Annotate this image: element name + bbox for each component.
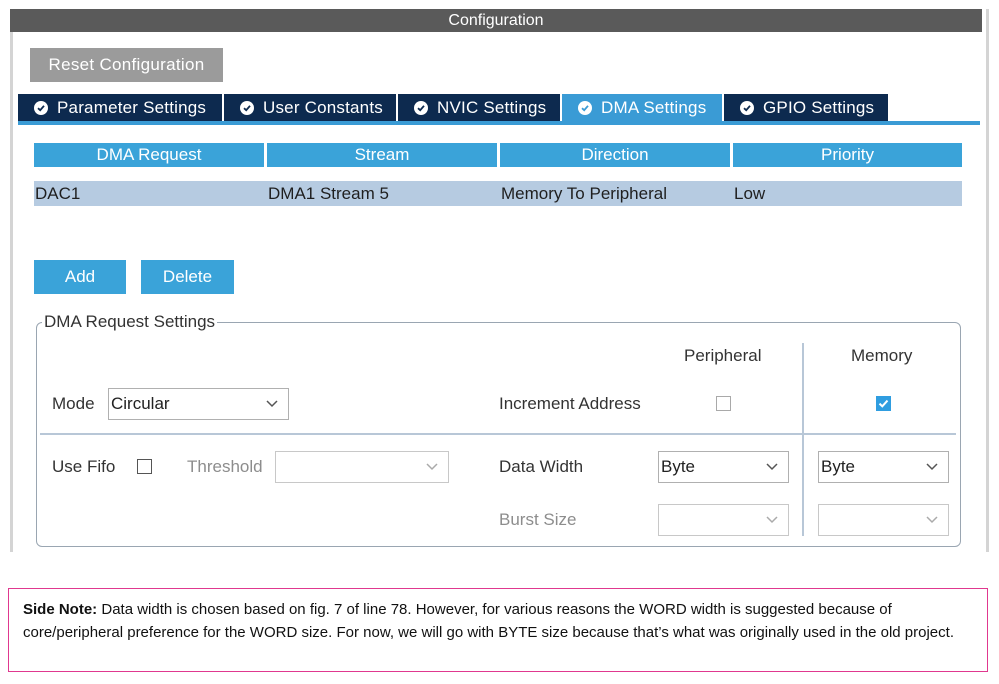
tab-dma-settings[interactable]: DMA Settings — [562, 94, 724, 121]
tab-nvic-settings[interactable]: NVIC Settings — [398, 94, 562, 121]
column-header-stream[interactable]: Stream — [267, 143, 497, 167]
chevron-down-icon — [426, 463, 438, 471]
peripheral-burst-size-select[interactable] — [658, 504, 789, 536]
tab-label: User Constants — [263, 97, 383, 117]
data-width-label: Data Width — [499, 457, 584, 476]
threshold-select[interactable] — [275, 451, 449, 483]
column-header-direction[interactable]: Direction — [500, 143, 730, 167]
window-title: Configuration — [10, 9, 982, 32]
chevron-down-icon — [926, 463, 938, 471]
chevron-down-icon — [766, 463, 778, 471]
column-header-priority[interactable]: Priority — [733, 143, 962, 167]
memory-increment-checkbox[interactable] — [876, 396, 891, 411]
side-note-text: Data width is chosen based on fig. 7 of … — [23, 601, 954, 641]
memory-burst-size-select[interactable] — [818, 504, 949, 536]
column-header-dma-request[interactable]: DMA Request — [34, 143, 264, 167]
mode-value: Circular — [111, 394, 170, 413]
group-legend: DMA Request Settings — [42, 312, 218, 332]
threshold-label: Threshold — [187, 457, 263, 476]
settings-tabs: Parameter Settings User Constants NVIC S… — [18, 94, 890, 121]
check-circle-icon — [578, 100, 592, 115]
settings-divider — [40, 433, 956, 435]
side-note-box: Side Note: Data width is chosen based on… — [8, 588, 988, 672]
column-divider — [802, 343, 804, 536]
check-circle-icon — [414, 100, 428, 115]
memory-data-width-value: Byte — [821, 457, 856, 476]
memory-data-width-select[interactable]: Byte — [818, 451, 949, 483]
chevron-down-icon — [266, 400, 278, 408]
side-note-heading: Side Note: — [23, 601, 98, 618]
increment-address-label: Increment Address — [499, 394, 641, 413]
peripheral-column-header: Peripheral — [684, 346, 762, 365]
table-cell-priority[interactable]: Low — [733, 181, 962, 206]
delete-button[interactable]: Delete — [141, 260, 234, 294]
tab-parameter-settings[interactable]: Parameter Settings — [18, 94, 224, 121]
peripheral-data-width-value: Byte — [661, 457, 696, 476]
check-circle-icon — [240, 100, 254, 115]
mode-label: Mode — [52, 394, 95, 413]
table-cell-dma-request[interactable]: DAC1 — [34, 181, 267, 206]
tab-label: NVIC Settings — [437, 97, 547, 117]
table-cell-direction[interactable]: Memory To Peripheral — [500, 181, 733, 206]
peripheral-increment-checkbox[interactable] — [716, 396, 731, 411]
tab-gpio-settings[interactable]: GPIO Settings — [724, 94, 890, 121]
check-circle-icon — [34, 100, 48, 115]
tab-underline — [18, 121, 980, 125]
memory-column-header: Memory — [851, 346, 913, 365]
chevron-down-icon — [926, 516, 938, 524]
check-circle-icon — [740, 100, 754, 115]
table-cell-stream[interactable]: DMA1 Stream 5 — [267, 181, 500, 206]
use-fifo-label: Use Fifo — [52, 457, 116, 476]
checkmark-icon — [878, 399, 888, 408]
chevron-down-icon — [766, 516, 778, 524]
burst-size-label: Burst Size — [499, 510, 577, 529]
add-button[interactable]: Add — [34, 260, 126, 294]
mode-select[interactable]: Circular — [108, 388, 289, 420]
use-fifo-checkbox[interactable] — [137, 459, 152, 474]
tab-user-constants[interactable]: User Constants — [224, 94, 398, 121]
peripheral-data-width-select[interactable]: Byte — [658, 451, 789, 483]
tab-label: Parameter Settings — [57, 97, 207, 117]
tab-label: GPIO Settings — [763, 97, 875, 117]
tab-label: DMA Settings — [601, 97, 707, 117]
reset-configuration-button[interactable]: Reset Configuration — [30, 48, 223, 82]
